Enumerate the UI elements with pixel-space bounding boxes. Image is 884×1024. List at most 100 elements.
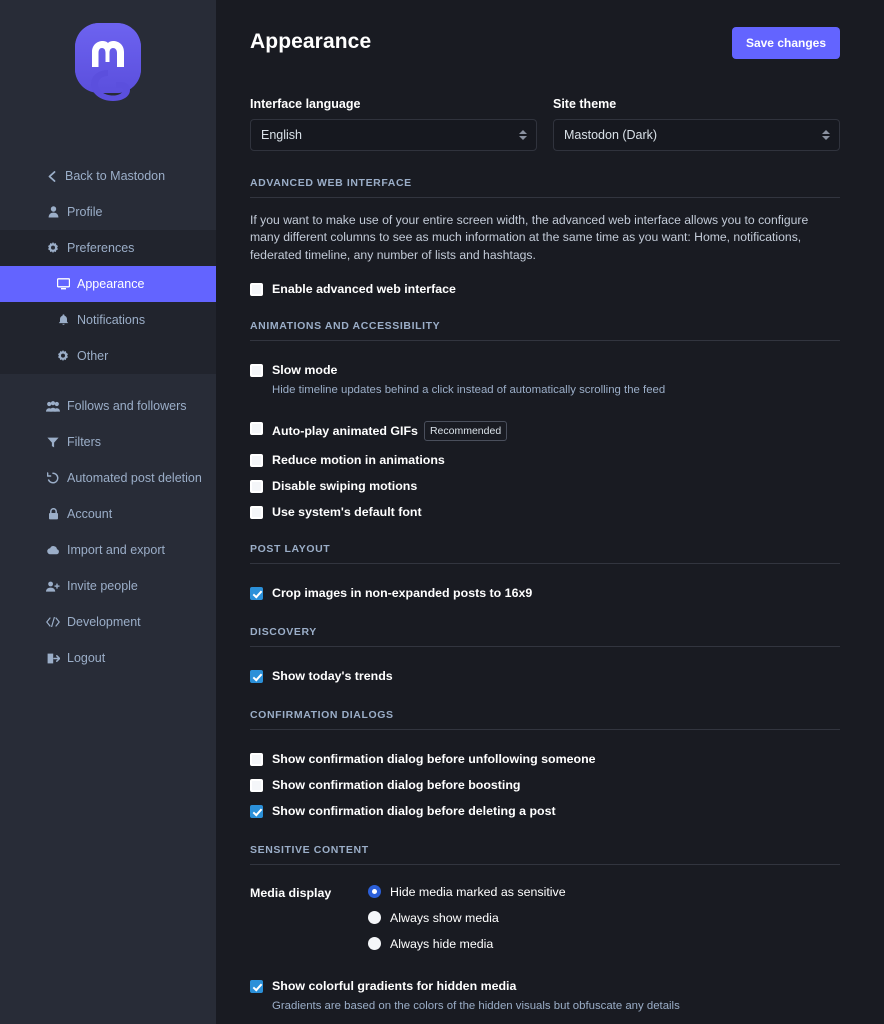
sidebar-item-back-to-mastodon[interactable]: Back to Mastodon <box>0 158 216 194</box>
radio-label: Always hide media <box>390 937 493 951</box>
sidebar-item-automated-post-deletion[interactable]: Automated post deletion <box>0 460 216 496</box>
confirm-unfollow-label: Show confirmation dialog before unfollow… <box>272 752 596 766</box>
monitor-icon <box>56 278 70 290</box>
checkbox-icon[interactable] <box>250 980 263 993</box>
confirm-delete-checkbox-row[interactable]: Show confirmation dialog before deleting… <box>250 804 840 818</box>
sidebar-item-label: Automated post deletion <box>67 471 202 485</box>
sidebar-item-invite-people[interactable]: Invite people <box>0 568 216 604</box>
person-icon <box>46 206 60 218</box>
users-icon <box>46 401 60 412</box>
autoplay-gifs-checkbox-row[interactable]: Auto-play animated GIFsRecommended <box>250 421 840 441</box>
system-default-font-label: Use system's default font <box>272 505 422 519</box>
section-heading-confirmation-dialogs: CONFIRMATION DIALOGS <box>250 709 840 730</box>
funnel-icon <box>46 437 60 448</box>
checkbox-icon[interactable] <box>250 587 263 600</box>
checkbox-icon[interactable] <box>250 364 263 377</box>
preferences-field-row: Interface language English Site theme Ma… <box>250 97 840 151</box>
save-changes-button-top[interactable]: Save changes <box>732 27 840 59</box>
interface-language-select[interactable]: English <box>250 119 537 151</box>
gear-icon <box>46 242 60 254</box>
mastodon-logo-icon <box>72 22 144 102</box>
media-display-label: Media display <box>250 885 368 900</box>
sidebar-item-other[interactable]: Other <box>0 338 216 374</box>
sidebar-item-import-and-export[interactable]: Import and export <box>0 532 216 568</box>
page-header: Appearance Save changes <box>250 30 840 59</box>
checkbox-icon[interactable] <box>250 670 263 683</box>
colorful-gradients-label: Show colorful gradients for hidden media <box>272 979 516 993</box>
sidebar-item-profile[interactable]: Profile <box>0 194 216 230</box>
checkbox-icon[interactable] <box>250 283 263 296</box>
lock-icon <box>46 508 60 520</box>
mastodon-logo <box>0 22 216 102</box>
slow-mode-hint: Hide timeline updates behind a click ins… <box>272 383 840 399</box>
checkbox-icon[interactable] <box>250 422 263 435</box>
section-heading-animations-and-accessibility: ANIMATIONS AND ACCESSIBILITY <box>250 320 840 341</box>
slow-mode-label: Slow mode <box>272 363 337 377</box>
radio-icon[interactable] <box>368 885 381 898</box>
bell-icon <box>56 314 70 326</box>
crop-images-checkbox-row[interactable]: Crop images in non-expanded posts to 16x… <box>250 586 840 600</box>
sidebar-item-label: Other <box>77 349 108 363</box>
sidebar-item-label: Notifications <box>77 313 145 327</box>
sidebar-item-account[interactable]: Account <box>0 496 216 532</box>
checkbox-icon[interactable] <box>250 506 263 519</box>
sidebar-item-label: Import and export <box>67 543 165 557</box>
interface-language-field: Interface language English <box>250 97 537 151</box>
checkbox-icon[interactable] <box>250 805 263 818</box>
settings-page: Back to Mastodon Profile Preferences <box>0 0 884 1024</box>
show-trends-checkbox-row[interactable]: Show today's trends <box>250 669 840 683</box>
sidebar-item-development[interactable]: Development <box>0 604 216 640</box>
checkbox-icon[interactable] <box>250 753 263 766</box>
gear-icon <box>56 350 70 362</box>
cloud-icon <box>46 545 60 555</box>
sidebar-item-label: Filters <box>67 435 101 449</box>
radio-icon[interactable] <box>368 911 381 924</box>
sidebar-lower-nav: Follows and followers Filters Automated … <box>0 388 216 676</box>
section-heading-advanced-web-interface: ADVANCED WEB INTERFACE <box>250 177 840 198</box>
sidebar-group-preferences: Preferences Appearance Notifications <box>0 230 216 374</box>
media-display-options: Hide media marked as sensitive Always sh… <box>368 885 566 951</box>
confirm-delete-label: Show confirmation dialog before deleting… <box>272 804 556 818</box>
sidebar-item-follows-and-followers[interactable]: Follows and followers <box>0 388 216 424</box>
sidebar-item-label: Follows and followers <box>67 399 187 413</box>
sidebar-item-preferences[interactable]: Preferences <box>0 230 216 266</box>
enable-advanced-web-interface-label: Enable advanced web interface <box>272 282 456 296</box>
sidebar: Back to Mastodon Profile Preferences <box>0 0 216 1024</box>
history-icon <box>46 472 60 484</box>
colorful-gradients-checkbox-row[interactable]: Show colorful gradients for hidden media <box>250 979 840 993</box>
radio-icon[interactable] <box>368 937 381 950</box>
sidebar-item-label: Back to Mastodon <box>65 169 165 183</box>
checkbox-icon[interactable] <box>250 480 263 493</box>
sidebar-item-label: Invite people <box>67 579 138 593</box>
checkbox-icon[interactable] <box>250 454 263 467</box>
media-display-option-always-show[interactable]: Always show media <box>368 911 566 925</box>
confirm-boost-checkbox-row[interactable]: Show confirmation dialog before boosting <box>250 778 840 792</box>
sidebar-item-label: Account <box>67 507 112 521</box>
radio-label: Hide media marked as sensitive <box>390 885 566 899</box>
main-content: Appearance Save changes Interface langua… <box>216 0 884 1024</box>
chevron-updown-icon <box>519 130 527 140</box>
sidebar-item-filters[interactable]: Filters <box>0 424 216 460</box>
advanced-web-interface-description: If you want to make use of your entire s… <box>250 212 840 264</box>
disable-swiping-checkbox-row[interactable]: Disable swiping motions <box>250 479 840 493</box>
enable-advanced-web-interface-checkbox-row[interactable]: Enable advanced web interface <box>250 282 840 296</box>
code-icon <box>46 617 60 627</box>
checkbox-icon[interactable] <box>250 779 263 792</box>
interface-language-value: English <box>261 128 302 142</box>
section-heading-sensitive-content: SENSITIVE CONTENT <box>250 844 840 865</box>
disable-swiping-label: Disable swiping motions <box>272 479 417 493</box>
media-display-option-hide-sensitive[interactable]: Hide media marked as sensitive <box>368 885 566 899</box>
media-display-option-always-hide[interactable]: Always hide media <box>368 937 566 951</box>
site-theme-select[interactable]: Mastodon (Dark) <box>553 119 840 151</box>
sidebar-item-logout[interactable]: Logout <box>0 640 216 676</box>
sidebar-item-appearance[interactable]: Appearance <box>0 266 216 302</box>
sidebar-item-label: Appearance <box>77 277 144 291</box>
slow-mode-checkbox-row[interactable]: Slow mode <box>250 363 840 377</box>
reduce-motion-checkbox-row[interactable]: Reduce motion in animations <box>250 453 840 467</box>
sidebar-item-notifications[interactable]: Notifications <box>0 302 216 338</box>
logout-icon <box>46 653 60 664</box>
sidebar-item-label: Logout <box>67 651 105 665</box>
chevron-updown-icon <box>822 130 830 140</box>
confirm-unfollow-checkbox-row[interactable]: Show confirmation dialog before unfollow… <box>250 752 840 766</box>
system-default-font-checkbox-row[interactable]: Use system's default font <box>250 505 840 519</box>
